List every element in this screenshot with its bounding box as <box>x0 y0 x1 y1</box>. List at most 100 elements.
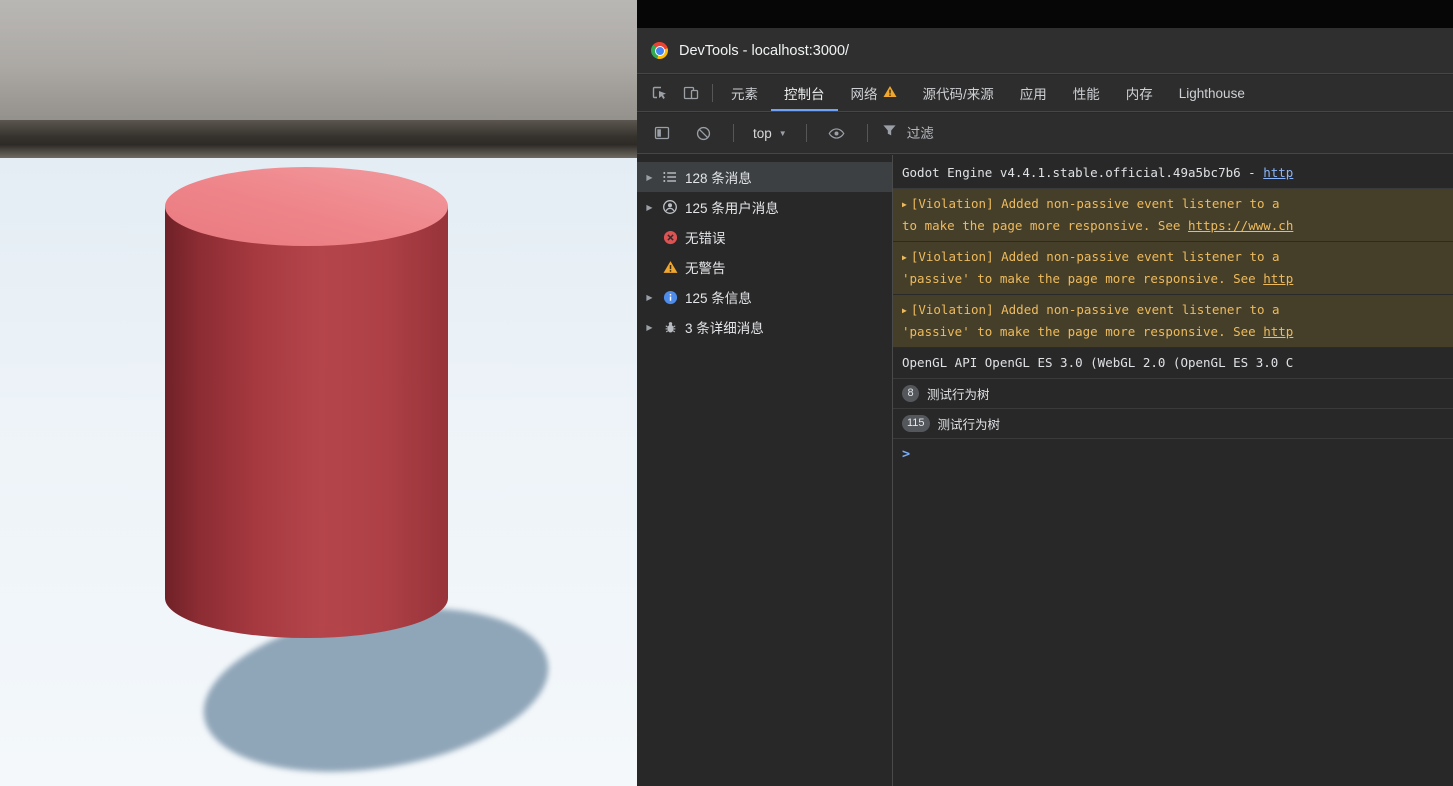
console-violation-1: ▶ [Violation] Added non-passive event lis… <box>893 189 1453 242</box>
disclosure-triangle-icon[interactable]: ▶ <box>902 301 907 321</box>
sidebar-item-label: 128 条消息 <box>685 167 752 187</box>
separator <box>867 124 868 142</box>
violation-text: to make the page more responsive. See <box>902 218 1188 233</box>
tab-label: 应用 <box>1020 83 1047 103</box>
user-icon <box>661 198 679 216</box>
console-content: ▶ 128 条消息 ▶ 125 条用户消息 <box>637 155 1453 786</box>
violation-link[interactable]: https://www.ch <box>1188 218 1293 233</box>
violation-text: 'passive' to make the page more responsi… <box>902 324 1263 339</box>
console-message-godot: Godot Engine v4.4.1.stable.official.49a5… <box>893 158 1453 189</box>
separator <box>733 124 734 142</box>
console-violation-3: ▶ [Violation] Added non-passive event lis… <box>893 295 1453 348</box>
console-messages: Godot Engine v4.4.1.stable.official.49a5… <box>893 155 1453 786</box>
tab-label: 控制台 <box>784 83 825 103</box>
filter-input[interactable] <box>905 125 1444 142</box>
cylinder-top <box>165 167 448 246</box>
sidebar-item-label: 3 条详细消息 <box>685 317 764 337</box>
disclosure-triangle-icon[interactable]: ▶ <box>644 293 655 302</box>
disclosure-triangle-icon[interactable]: ▶ <box>644 203 655 212</box>
tab-performance[interactable]: 性能 <box>1060 75 1113 111</box>
disclosure-triangle-icon[interactable]: ▶ <box>644 173 655 182</box>
repeat-count-badge: 8 <box>902 385 919 402</box>
console-sidebar: ▶ 128 条消息 ▶ 125 条用户消息 <box>637 155 893 786</box>
sidebar-item-label: 无错误 <box>685 227 726 247</box>
console-link[interactable]: http <box>1263 165 1293 180</box>
live-expression-eye-icon[interactable] <box>821 124 853 143</box>
console-message-opengl: OpenGL API OpenGL ES 3.0 (WebGL 2.0 (Ope… <box>893 348 1453 379</box>
violation-text: [Violation] Added non-passive event list… <box>911 302 1280 317</box>
window-top-edge <box>637 0 1453 28</box>
devtools-titlebar[interactable]: DevTools - localhost:3000/ <box>637 28 1453 74</box>
tab-label: 网络 <box>851 83 878 103</box>
tab-label: 内存 <box>1126 83 1153 103</box>
tab-label: 源代码/来源 <box>923 83 994 103</box>
console-message-text: 测试行为树 <box>927 384 990 403</box>
console-toolbar: top ▼ <box>637 113 1453 154</box>
console-message-counted: 8 测试行为树 <box>893 379 1453 409</box>
console-violation-2: ▶[Violation] Added non-passive event lis… <box>893 242 1453 295</box>
prompt-chevron-icon: > <box>902 446 910 462</box>
sidebar-item-user-messages[interactable]: ▶ 125 条用户消息 <box>637 192 892 222</box>
devtools-tabbar: 元素 控制台 网络 源代码/来源 应用 性能 内存 Lighthouse <box>637 75 1453 112</box>
separator <box>712 84 713 102</box>
device-toolbar-icon[interactable] <box>675 75 707 111</box>
sidebar-item-warnings[interactable]: 无警告 <box>637 252 892 282</box>
sidebar-item-label: 125 条用户消息 <box>685 197 779 217</box>
sidebar-item-info[interactable]: ▶ 125 条信息 <box>637 282 892 312</box>
disclosure-triangle-icon[interactable]: ▶ <box>902 248 907 268</box>
inspect-element-icon[interactable] <box>643 75 675 111</box>
tab-lighthouse[interactable]: Lighthouse <box>1166 75 1258 111</box>
filter-funnel-icon <box>882 123 897 143</box>
violation-line1: ▶ [Violation] Added non-passive event lis… <box>902 300 1444 322</box>
violation-line2: 'passive' to make the page more responsi… <box>902 269 1444 289</box>
sidebar-item-label: 125 条信息 <box>685 287 752 307</box>
violation-link[interactable]: http <box>1263 271 1293 286</box>
console-message-text: OpenGL API OpenGL ES 3.0 (WebGL 2.0 (Ope… <box>902 355 1293 370</box>
violation-text: [Violation] Added non-passive event list… <box>911 196 1280 211</box>
tab-application[interactable]: 应用 <box>1007 75 1060 111</box>
sky <box>0 0 637 120</box>
console-message-counted: 115 测试行为树 <box>893 409 1453 439</box>
repeat-count-badge: 115 <box>902 415 930 432</box>
chevron-down-icon: ▼ <box>779 129 787 138</box>
violation-line2: to make the page more responsive. See ht… <box>902 216 1444 236</box>
screenshot-root: DevTools - localhost:3000/ 元素 控制台 网络 源代码… <box>0 0 1453 786</box>
tab-sources[interactable]: 源代码/来源 <box>910 75 1007 111</box>
violation-line1: ▶[Violation] Added non-passive event lis… <box>902 247 1444 269</box>
sidebar-item-errors[interactable]: 无错误 <box>637 222 892 252</box>
console-sidebar-toggle-icon[interactable] <box>646 124 678 142</box>
tab-elements[interactable]: 元素 <box>718 75 771 111</box>
error-icon <box>661 228 679 246</box>
console-message-text: 测试行为树 <box>938 414 1001 433</box>
context-selector[interactable]: top ▼ <box>748 124 792 143</box>
separator <box>806 124 807 142</box>
disclosure-triangle-icon[interactable]: ▶ <box>902 195 907 215</box>
network-warning-icon <box>883 85 897 101</box>
sidebar-item-all-messages[interactable]: ▶ 128 条消息 <box>637 162 892 192</box>
tab-memory[interactable]: 内存 <box>1113 75 1166 111</box>
tab-label: 性能 <box>1073 83 1100 103</box>
tab-label: 元素 <box>731 83 758 103</box>
violation-text: 'passive' to make the page more responsi… <box>902 271 1263 286</box>
violation-line2: 'passive' to make the page more responsi… <box>902 322 1444 342</box>
info-icon <box>661 288 679 306</box>
clear-console-icon[interactable] <box>687 125 719 142</box>
warning-icon <box>661 258 679 276</box>
sidebar-item-label: 无警告 <box>685 257 726 277</box>
context-selector-value: top <box>753 126 772 141</box>
tab-network[interactable]: 网络 <box>838 75 910 111</box>
filter-bar <box>882 123 1444 143</box>
list-icon <box>661 168 679 186</box>
violation-link[interactable]: http <box>1263 324 1293 339</box>
console-prompt-row[interactable]: > <box>893 439 1453 469</box>
bug-icon <box>661 318 679 336</box>
game-viewport[interactable] <box>0 0 637 786</box>
disclosure-triangle-icon[interactable]: ▶ <box>644 323 655 332</box>
chrome-logo-icon <box>651 42 668 59</box>
cylinder-body <box>165 206 448 638</box>
tab-console[interactable]: 控制台 <box>771 75 838 111</box>
devtools-window: DevTools - localhost:3000/ 元素 控制台 网络 源代码… <box>637 0 1453 786</box>
violation-line1: ▶ [Violation] Added non-passive event lis… <box>902 194 1444 216</box>
sidebar-item-verbose[interactable]: ▶ 3 条详细消息 <box>637 312 892 342</box>
console-message-text: Godot Engine v4.4.1.stable.official.49a5… <box>902 165 1263 180</box>
